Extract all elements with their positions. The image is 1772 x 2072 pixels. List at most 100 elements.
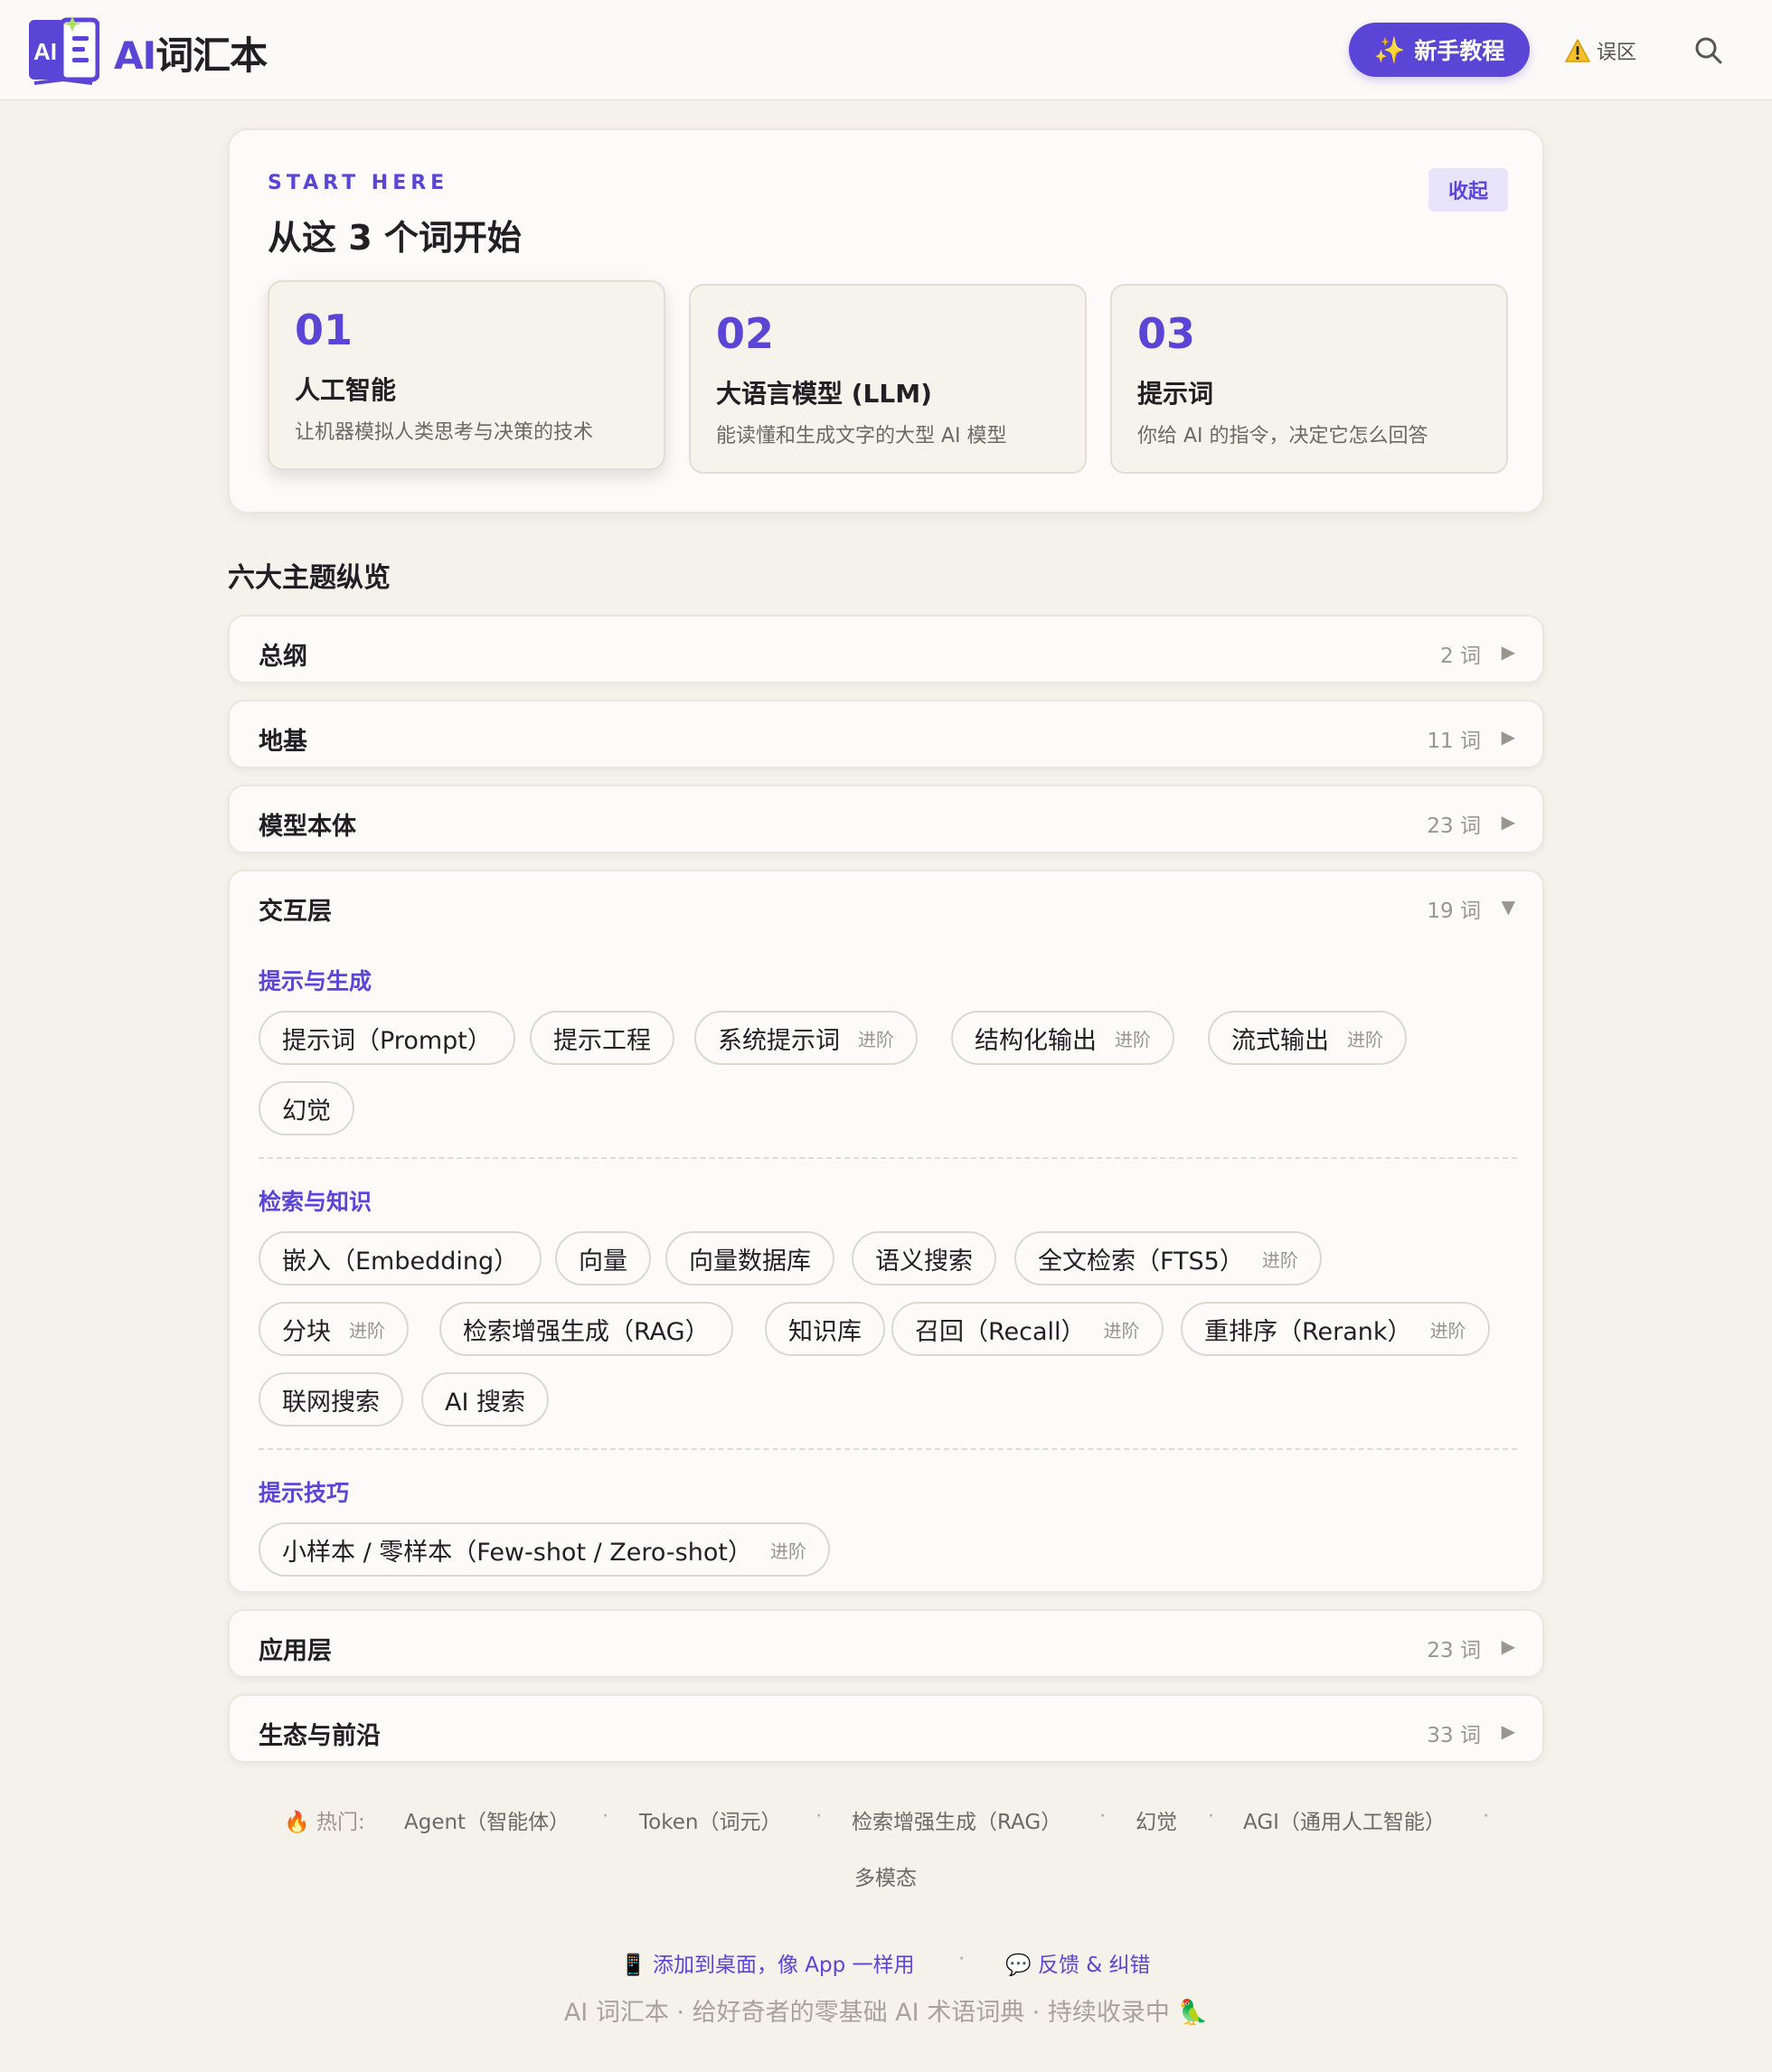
term-chip[interactable]: 嵌入（Embedding）: [259, 1231, 542, 1286]
term-chip[interactable]: 语义搜索: [852, 1231, 996, 1286]
pitfalls-label: 误区: [1597, 42, 1637, 64]
topic-name: 生态与前沿: [259, 1722, 381, 1750]
start-here-card: START HERE 从这 3 个词开始 收起 01 人工智能 让机器模拟人类思…: [228, 128, 1544, 513]
term-chip-list: 小样本 / 零样本（Few-shot / Zero-shot） 进阶: [259, 1522, 1524, 1578]
topic-header[interactable]: 应用层 23 词 ▶: [230, 1611, 1542, 1680]
term-label: 结构化输出: [975, 1026, 1097, 1055]
term-chip[interactable]: AI 搜索: [421, 1372, 550, 1427]
topic-application: 应用层 23 词 ▶: [228, 1609, 1544, 1678]
group-divider: [259, 1448, 1517, 1450]
term-chip[interactable]: 向量数据库: [665, 1231, 834, 1286]
advanced-tag: 进阶: [858, 1028, 894, 1050]
term-label: 系统提示词: [718, 1026, 840, 1055]
start-item-desc: 能读懂和生成文字的大型 AI 模型: [716, 425, 1007, 447]
feedback-link[interactable]: 💬 反馈 & 纠错: [1005, 1947, 1151, 1978]
top-bar: AI AI词汇本 ✨ 新手教程 误区: [0, 0, 1772, 100]
topic-name: 模型本体: [259, 813, 356, 841]
term-chip[interactable]: 全文检索（FTS5） 进阶: [1014, 1231, 1322, 1286]
topic-header[interactable]: 总纲 2 词 ▶: [230, 617, 1542, 685]
topic-model: 模型本体 23 词 ▶: [228, 785, 1544, 853]
start-eyebrow: START HERE: [268, 172, 449, 194]
term-chip[interactable]: 小样本 / 零样本（Few-shot / Zero-shot） 进阶: [259, 1522, 830, 1577]
term-chip[interactable]: 结构化输出 进阶: [951, 1011, 1174, 1065]
start-title: 从这 3 个词开始: [268, 218, 522, 258]
hot-term-link[interactable]: 检索增强生成（RAG）: [852, 1804, 1061, 1835]
topic-count: 19 词: [1427, 899, 1481, 923]
search-icon[interactable]: [1692, 34, 1725, 67]
collapse-button[interactable]: 收起: [1428, 168, 1508, 212]
pitfalls-link[interactable]: 误区: [1564, 34, 1636, 67]
hot-term-link[interactable]: AGI（通用人工智能）: [1243, 1804, 1446, 1835]
sparkles-icon: ✨: [1373, 34, 1406, 65]
advanced-tag: 进阶: [1429, 1319, 1466, 1342]
term-label: 嵌入（Embedding）: [282, 1247, 519, 1276]
topic-header[interactable]: 模型本体 23 词 ▶: [230, 786, 1542, 855]
term-chip[interactable]: 检索增强生成（RAG）: [439, 1302, 733, 1356]
advanced-tag: 进阶: [1261, 1248, 1298, 1271]
parrot-icon: 🦜: [1177, 1999, 1209, 2027]
brand-name-rest: 词汇本: [156, 33, 268, 78]
hot-term-link[interactable]: Agent（智能体）: [404, 1804, 570, 1835]
separator-dot: ·: [958, 1947, 966, 1971]
start-item-1[interactable]: 01 人工智能 让机器模拟人类思考与决策的技术: [268, 280, 665, 470]
term-chip[interactable]: 重排序（Rerank） 进阶: [1181, 1302, 1490, 1356]
group-title: 提示与生成: [259, 968, 372, 994]
term-chip[interactable]: 召回（Recall） 进阶: [891, 1302, 1164, 1356]
start-item-number: 02: [716, 309, 775, 358]
expand-arrow-icon: ▶: [1501, 641, 1515, 663]
term-chip[interactable]: 系统提示词 进阶: [694, 1011, 918, 1065]
topic-count: 2 词: [1440, 645, 1481, 668]
brand-name[interactable]: AI词汇本: [114, 25, 268, 80]
separator-dot: ·: [1099, 1804, 1107, 1828]
start-item-3[interactable]: 03 提示词 你给 AI 的指令，决定它怎么回答: [1110, 284, 1508, 474]
term-chip-list: 嵌入（Embedding） 向量 向量数据库 语义搜索 全文检索（FTS5） 进阶…: [259, 1231, 1524, 1427]
hot-label-group: 🔥 热门:: [284, 1804, 365, 1835]
term-label: 知识库: [788, 1317, 862, 1346]
separator-dot: ·: [815, 1804, 823, 1828]
term-label: 召回（Recall）: [915, 1317, 1086, 1346]
svg-text:AI: AI: [33, 38, 57, 65]
book-logo-icon[interactable]: AI: [27, 14, 99, 87]
tagline-text: AI 词汇本 · 给好奇者的零基础 AI 术语词典 · 持续收录中: [563, 1999, 1170, 2027]
term-chip[interactable]: 提示词（Prompt）: [259, 1011, 515, 1065]
term-label: 提示词（Prompt）: [282, 1026, 492, 1055]
term-chip-list: 提示词（Prompt） 提示工程 系统提示词 进阶 结构化输出 进阶 流式输出 进阶 …: [259, 1011, 1524, 1137]
hot-term-link[interactable]: Token（词元）: [639, 1804, 781, 1835]
add-to-desktop-link[interactable]: 📱 添加到桌面，像 App 一样用: [620, 1947, 915, 1978]
group-title: 检索与知识: [259, 1189, 372, 1215]
term-chip[interactable]: 联网搜索: [259, 1372, 403, 1427]
separator-dot: ·: [1483, 1804, 1490, 1828]
term-chip[interactable]: 提示工程: [530, 1011, 674, 1065]
topic-header[interactable]: 交互层 19 词 ▼: [230, 871, 1542, 940]
hot-term-link[interactable]: 多模态: [854, 1860, 917, 1891]
hot-terms: 🔥 热门: Agent（智能体） · Token（词元） · 检索增强生成（RA…: [0, 1799, 1772, 1890]
start-item-desc: 你给 AI 的指令，决定它怎么回答: [1137, 425, 1428, 447]
term-label: 流式输出: [1231, 1026, 1329, 1055]
term-chip[interactable]: 知识库: [765, 1302, 885, 1356]
term-chip[interactable]: 幻觉: [259, 1081, 354, 1135]
term-label: AI 搜索: [445, 1388, 526, 1417]
advanced-tag: 进阶: [1347, 1028, 1383, 1050]
topic-header[interactable]: 地基 11 词 ▶: [230, 702, 1542, 770]
start-item-2[interactable]: 02 大语言模型 (LLM) 能读懂和生成文字的大型 AI 模型: [689, 284, 1087, 474]
term-label: 向量数据库: [689, 1247, 811, 1276]
advanced-tag: 进阶: [769, 1540, 806, 1562]
hot-term-link[interactable]: 幻觉: [1136, 1804, 1177, 1835]
expand-arrow-icon: ▶: [1501, 811, 1515, 833]
start-item-number: 03: [1137, 309, 1196, 358]
start-item-word: 人工智能: [295, 375, 397, 405]
topic-name: 应用层: [259, 1637, 332, 1665]
topic-header[interactable]: 生态与前沿 33 词 ▶: [230, 1696, 1542, 1765]
advanced-tag: 进阶: [1115, 1028, 1151, 1050]
term-label: 分块: [282, 1317, 331, 1346]
term-chip[interactable]: 流式输出 进阶: [1208, 1011, 1407, 1065]
topic-overview: 总纲 2 词 ▶: [228, 615, 1544, 683]
brand-name-ai: AI: [114, 33, 156, 78]
tutorial-button[interactable]: ✨ 新手教程: [1349, 23, 1530, 77]
term-chip[interactable]: 分块 进阶: [259, 1302, 409, 1356]
site-tagline: AI 词汇本 · 给好奇者的零基础 AI 术语词典 · 持续收录中 🦜: [0, 1992, 1772, 2028]
term-chip[interactable]: 向量: [555, 1231, 651, 1286]
term-label: 小样本 / 零样本（Few-shot / Zero-shot）: [282, 1538, 752, 1567]
advanced-tag: 进阶: [349, 1319, 385, 1342]
expand-arrow-icon: ▶: [1501, 726, 1515, 748]
